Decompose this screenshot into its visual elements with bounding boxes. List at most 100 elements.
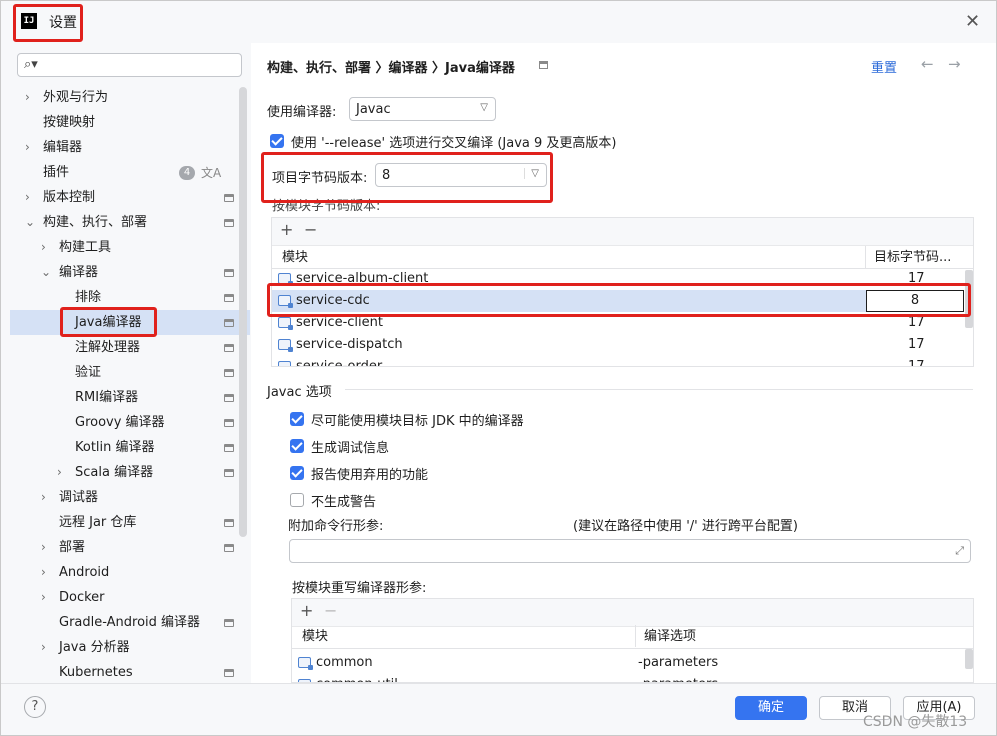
- javac-option-checkbox[interactable]: [290, 493, 304, 507]
- project-settings-icon: [224, 269, 234, 277]
- javac-option-label: 尽可能使用模块目标 JDK 中的编译器: [311, 414, 524, 429]
- section-divider: [345, 389, 973, 390]
- override-module-cell[interactable]: common-util: [316, 674, 398, 682]
- settings-search-input[interactable]: ⌕▾: [17, 53, 242, 77]
- forward-arrow-icon[interactable]: →: [948, 55, 961, 73]
- target-version-editor[interactable]: 8: [866, 290, 964, 312]
- chevron-right-icon[interactable]: ›: [41, 635, 46, 660]
- chevron-right-icon[interactable]: ›: [41, 560, 46, 585]
- override-module-cell[interactable]: common: [316, 652, 373, 674]
- sidebar-item-label: Kotlin 编译器: [75, 440, 155, 455]
- add-icon[interactable]: +: [300, 601, 313, 620]
- sidebar-item[interactable]: Kotlin 编译器: [1, 435, 239, 460]
- sidebar-item-label: Groovy 编译器: [75, 415, 165, 430]
- override-options-header[interactable]: 编译选项: [644, 626, 696, 648]
- additional-params-label: 附加命令行形参:: [288, 519, 384, 534]
- help-button[interactable]: ?: [24, 696, 46, 718]
- project-settings-icon: [224, 469, 234, 477]
- sidebar-item[interactable]: › Scala 编译器: [1, 460, 239, 485]
- chevron-right-icon[interactable]: ›: [41, 585, 46, 610]
- module-name-cell[interactable]: service-order: [296, 356, 382, 366]
- sidebar-item[interactable]: 注解处理器: [1, 335, 239, 360]
- sidebar-item[interactable]: RMI编译器: [1, 385, 239, 410]
- javac-option-checkbox[interactable]: [290, 439, 304, 453]
- project-settings-icon: [224, 519, 234, 527]
- target-version-cell[interactable]: 17: [908, 334, 925, 356]
- sidebar-item[interactable]: 远程 Jar 仓库: [1, 510, 239, 535]
- sidebar-item[interactable]: 验证: [1, 360, 239, 385]
- sidebar-scrollbar[interactable]: [239, 87, 247, 537]
- remove-icon[interactable]: −: [304, 220, 317, 239]
- additional-params-input[interactable]: ⤢: [289, 539, 971, 563]
- sidebar-item[interactable]: 排除: [1, 285, 239, 310]
- sidebar-item[interactable]: › Docker: [1, 585, 239, 610]
- expand-icon[interactable]: ⤢: [955, 544, 964, 558]
- target-version-cell[interactable]: 17: [908, 268, 925, 290]
- sidebar-item[interactable]: Gradle-Android 编译器: [1, 610, 239, 635]
- sidebar-item-label: 验证: [75, 365, 102, 380]
- bytecode-version-label: 项目字节码版本:: [272, 171, 368, 186]
- sidebar-item-label: 远程 Jar 仓库: [59, 515, 137, 530]
- override-table-scrollbar[interactable]: [965, 649, 973, 669]
- sidebar-item[interactable]: › 构建工具: [1, 235, 239, 260]
- project-settings-icon: [224, 369, 234, 377]
- back-arrow-icon[interactable]: ←: [921, 55, 934, 73]
- add-icon[interactable]: +: [280, 220, 293, 239]
- override-options-cell[interactable]: -parameters: [638, 674, 718, 682]
- sidebar-item[interactable]: › 部署: [1, 535, 239, 560]
- project-settings-icon: [224, 544, 234, 552]
- sidebar-item[interactable]: 按键映射: [1, 110, 239, 135]
- sidebar-item-label: 插件: [43, 165, 70, 180]
- chevron-down-icon[interactable]: ⌄: [41, 260, 51, 285]
- chevron-right-icon[interactable]: ›: [41, 235, 46, 260]
- module-folder-icon: [278, 273, 293, 286]
- chevron-right-icon[interactable]: ›: [41, 485, 46, 510]
- project-settings-icon: [539, 61, 548, 69]
- sidebar-item[interactable]: › Java 分析器: [1, 635, 239, 660]
- sidebar-item[interactable]: Groovy 编译器: [1, 410, 239, 435]
- chevron-right-icon[interactable]: ›: [41, 535, 46, 560]
- release-option-checkbox[interactable]: [270, 134, 284, 148]
- sidebar-item[interactable]: Kubernetes: [1, 660, 239, 685]
- sidebar-item[interactable]: ⌄ 构建、执行、部署: [1, 210, 239, 235]
- chevron-right-icon[interactable]: ›: [25, 85, 30, 110]
- chevron-right-icon[interactable]: ›: [25, 185, 30, 210]
- sidebar-item[interactable]: › 外观与行为: [1, 85, 239, 110]
- sidebar-item[interactable]: ⌄ 编译器: [1, 260, 239, 285]
- ok-button[interactable]: 确定: [735, 696, 807, 720]
- module-folder-icon: [278, 361, 291, 366]
- module-name-cell[interactable]: service-album-client: [296, 268, 428, 290]
- module-name-cell[interactable]: service-client: [296, 312, 383, 334]
- reset-link[interactable]: 重置: [871, 57, 897, 76]
- sidebar-item[interactable]: › 调试器: [1, 485, 239, 510]
- override-module-header[interactable]: 模块: [302, 626, 328, 648]
- project-settings-icon: [224, 444, 234, 452]
- module-table-scrollbar[interactable]: [965, 270, 973, 328]
- intellij-logo-icon: IJ: [21, 13, 37, 29]
- javac-option-checkbox[interactable]: [290, 466, 304, 480]
- chevron-right-icon[interactable]: ›: [57, 460, 62, 485]
- module-name-cell[interactable]: service-dispatch: [296, 334, 403, 356]
- target-version-cell[interactable]: 17: [908, 356, 925, 366]
- override-options-cell[interactable]: -parameters: [638, 652, 718, 674]
- target-version-cell[interactable]: 17: [908, 312, 925, 334]
- javac-option-checkbox[interactable]: [290, 412, 304, 426]
- close-icon[interactable]: ✕: [965, 11, 980, 32]
- compiler-select[interactable]: Javac ▽: [349, 97, 496, 121]
- bytecode-version-select[interactable]: 8 ▽: [375, 163, 547, 187]
- sidebar-item[interactable]: › 版本控制: [1, 185, 239, 210]
- sidebar-item-label: 排除: [75, 290, 102, 305]
- chevron-down-icon[interactable]: ⌄: [25, 210, 35, 235]
- sidebar-item[interactable]: Java编译器: [1, 310, 239, 335]
- sidebar-item[interactable]: › 编辑器: [1, 135, 239, 160]
- sidebar-item-label: 构建工具: [59, 240, 112, 255]
- dialog-footer: ? 确定 取消 应用(A): [1, 683, 996, 735]
- module-column-header[interactable]: 模块: [282, 247, 308, 269]
- module-name-cell[interactable]: service-cdc: [296, 290, 370, 312]
- chevron-right-icon[interactable]: ›: [25, 135, 30, 160]
- module-folder-icon: [298, 657, 313, 670]
- use-compiler-label: 使用编译器:: [267, 105, 337, 120]
- sidebar-item[interactable]: › Android: [1, 560, 239, 585]
- target-column-header[interactable]: 目标字节码...: [874, 247, 951, 269]
- sidebar-item-label: 构建、执行、部署: [43, 215, 148, 230]
